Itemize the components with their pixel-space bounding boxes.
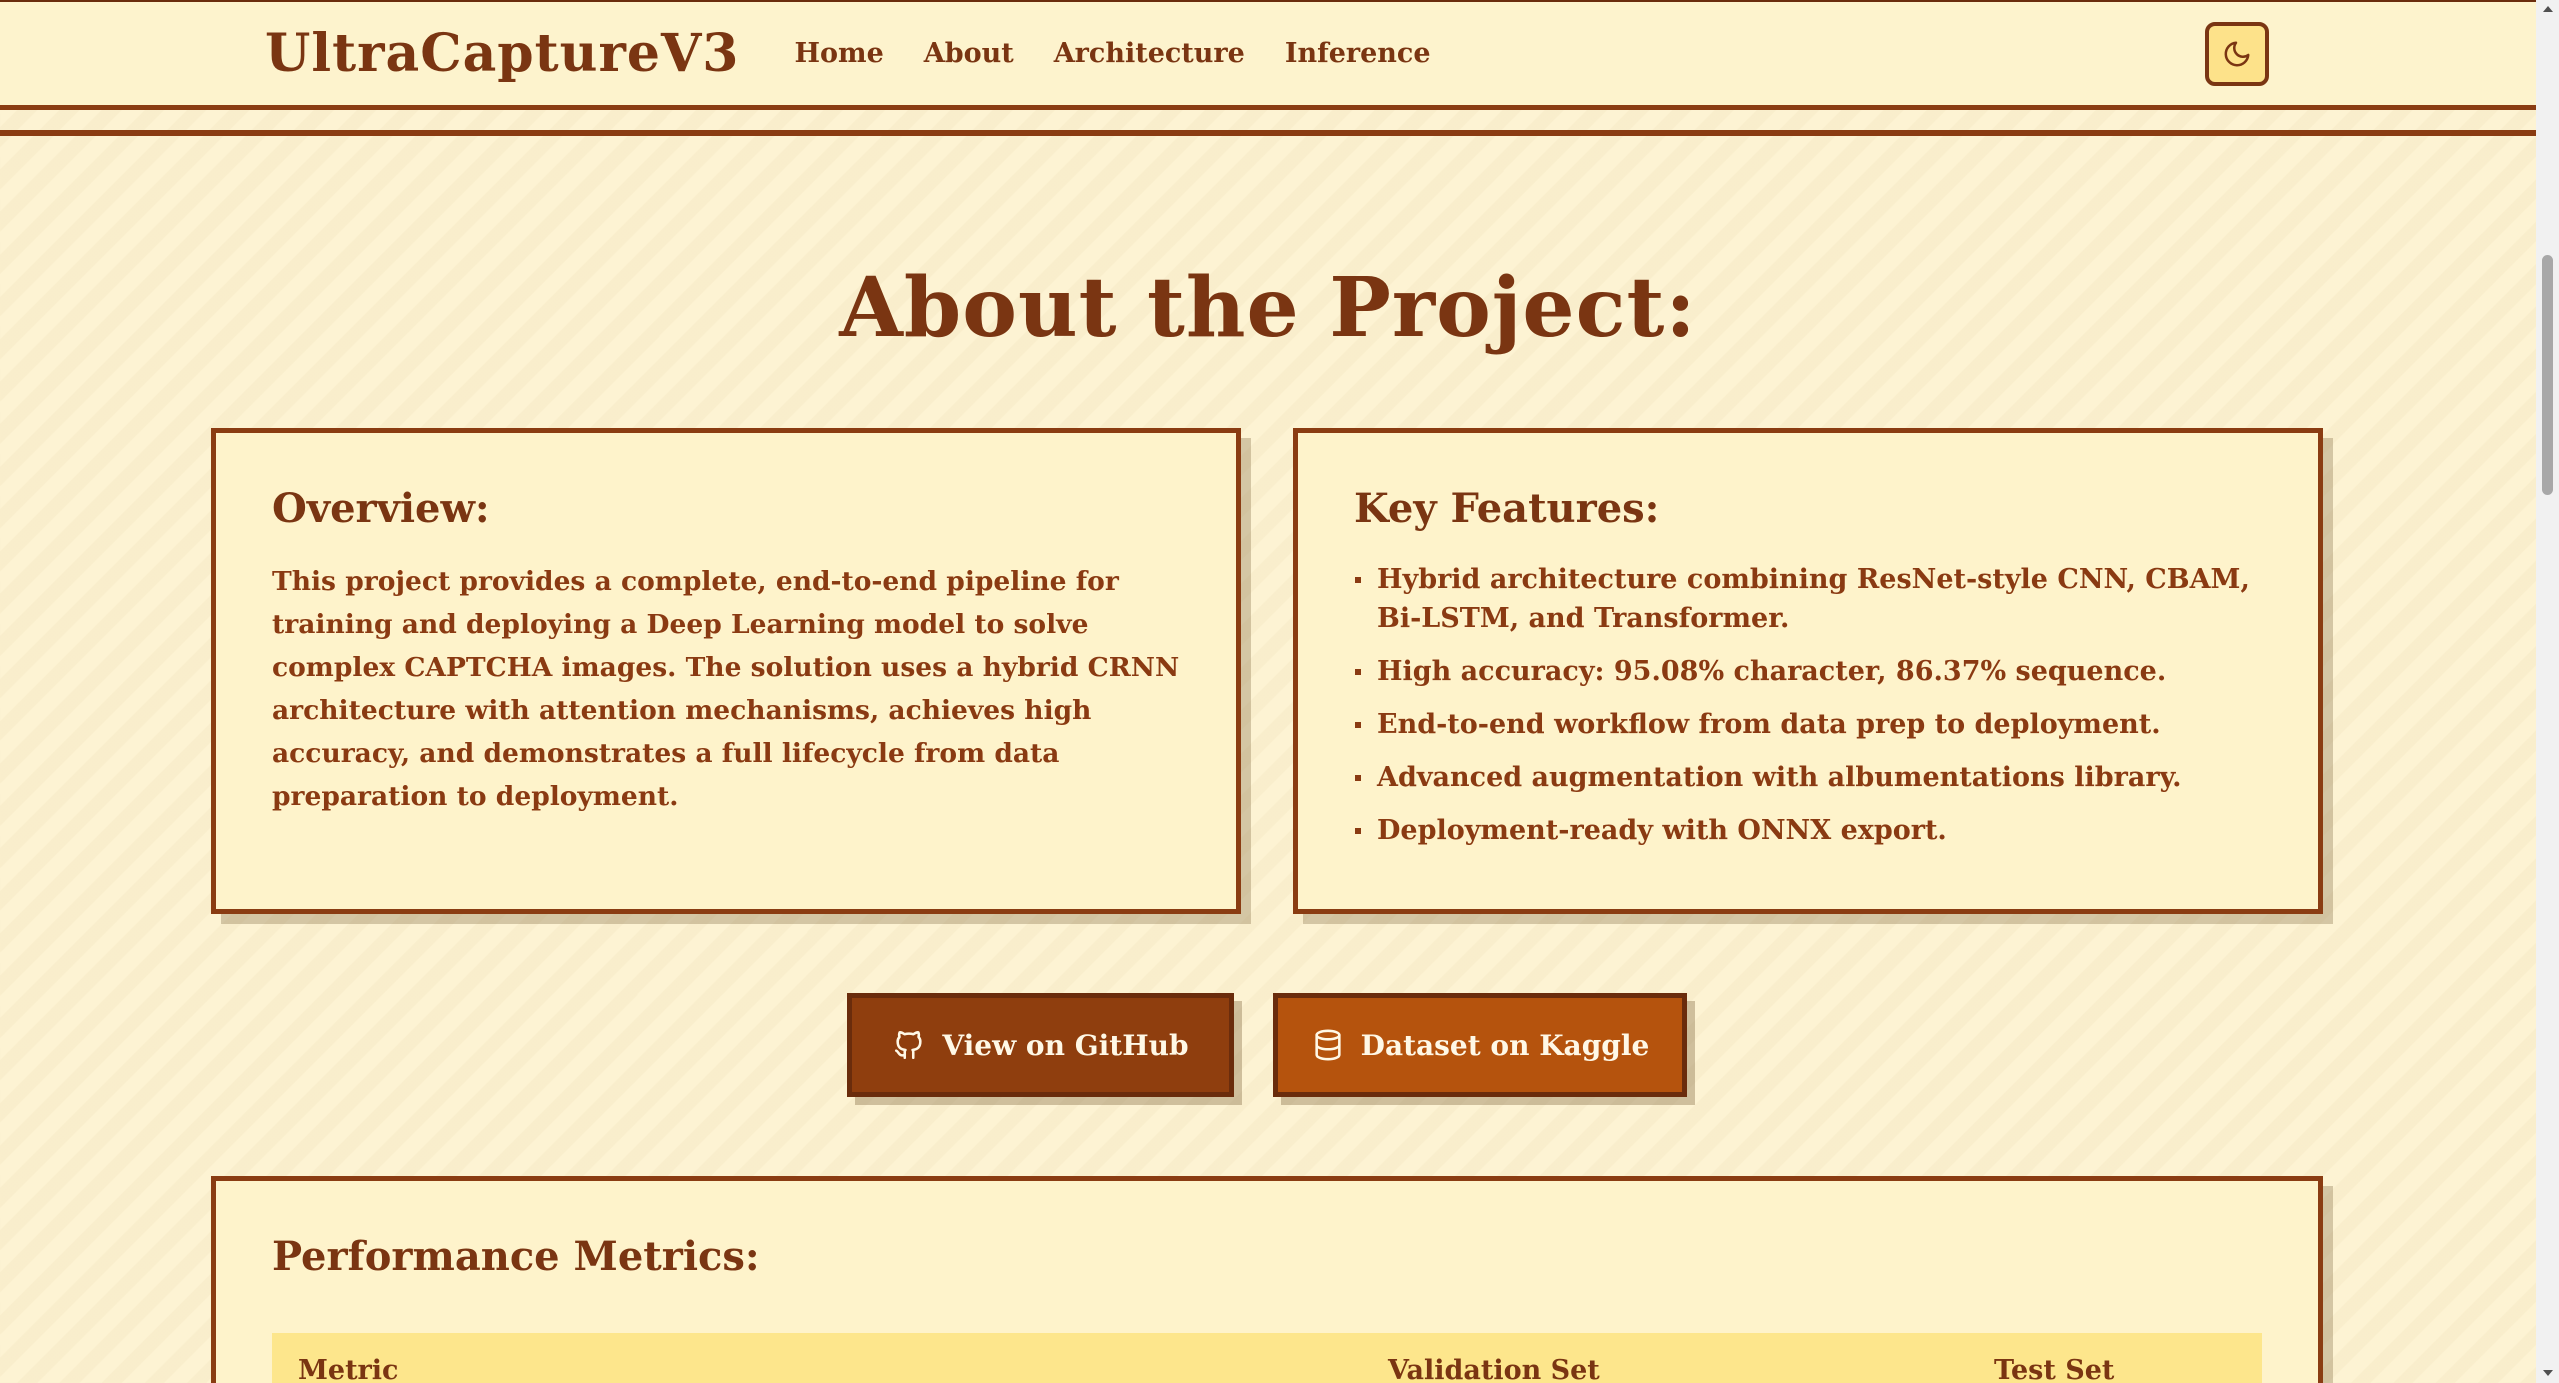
nav-link-inference[interactable]: Inference bbox=[1285, 38, 1431, 69]
key-features-heading: Key Features: bbox=[1354, 485, 1660, 532]
view-github-button[interactable]: View on GitHub bbox=[847, 993, 1234, 1097]
performance-metrics-card: Performance Metrics: Metric Validation S… bbox=[211, 1176, 2323, 1383]
nav-link-about[interactable]: About bbox=[924, 38, 1014, 69]
column-header-metric: Metric bbox=[298, 1355, 399, 1383]
features-list: Hybrid architecture combining ResNet-sty… bbox=[1354, 560, 2262, 850]
overview-card: Overview: This project provides a comple… bbox=[211, 428, 1241, 914]
nav-link-architecture[interactable]: Architecture bbox=[1054, 38, 1245, 69]
feature-item: Advanced augmentation with albumentation… bbox=[1354, 758, 2262, 797]
moon-icon bbox=[2224, 41, 2250, 67]
nav-divider bbox=[0, 130, 2536, 136]
database-icon bbox=[1315, 1029, 1341, 1061]
column-header-validation: Validation Set bbox=[1388, 1355, 1600, 1383]
scroll-up-icon[interactable] bbox=[2543, 6, 2553, 12]
scrollbar-thumb[interactable] bbox=[2542, 255, 2553, 495]
view-github-label: View on GitHub bbox=[942, 1028, 1189, 1062]
nav-inner: UltraCaptureV3 Home About Architecture I… bbox=[265, 2, 1471, 105]
section-title: About the Project: bbox=[839, 260, 1697, 356]
scroll-down-icon[interactable] bbox=[2543, 1370, 2553, 1376]
page-scrollbar[interactable] bbox=[2536, 0, 2559, 1383]
nav-link-home[interactable]: Home bbox=[794, 38, 883, 69]
column-header-test: Test Set bbox=[1994, 1355, 2115, 1383]
overview-heading: Overview: bbox=[272, 485, 490, 532]
kaggle-dataset-button[interactable]: Dataset on Kaggle bbox=[1273, 993, 1687, 1097]
github-icon bbox=[895, 1031, 922, 1060]
theme-toggle-button[interactable] bbox=[2205, 22, 2269, 86]
kaggle-dataset-label: Dataset on Kaggle bbox=[1360, 1028, 1650, 1062]
feature-item: Deployment-ready with ONNX export. bbox=[1354, 811, 2262, 850]
navbar: UltraCaptureV3 Home About Architecture I… bbox=[0, 2, 2536, 110]
overview-text: This project provides a complete, end-to… bbox=[272, 566, 1180, 812]
feature-item: Hybrid architecture combining ResNet-sty… bbox=[1354, 560, 2262, 638]
feature-item: End-to-end workflow from data prep to de… bbox=[1354, 705, 2262, 744]
brand-logo[interactable]: UltraCaptureV3 bbox=[265, 23, 739, 84]
key-features-card: Key Features: Hybrid architecture combin… bbox=[1293, 428, 2323, 914]
metrics-heading: Performance Metrics: bbox=[272, 1233, 760, 1280]
metrics-table-header: Metric Validation Set Test Set bbox=[272, 1333, 2262, 1383]
feature-item: High accuracy: 95.08% character, 86.37% … bbox=[1354, 652, 2262, 691]
